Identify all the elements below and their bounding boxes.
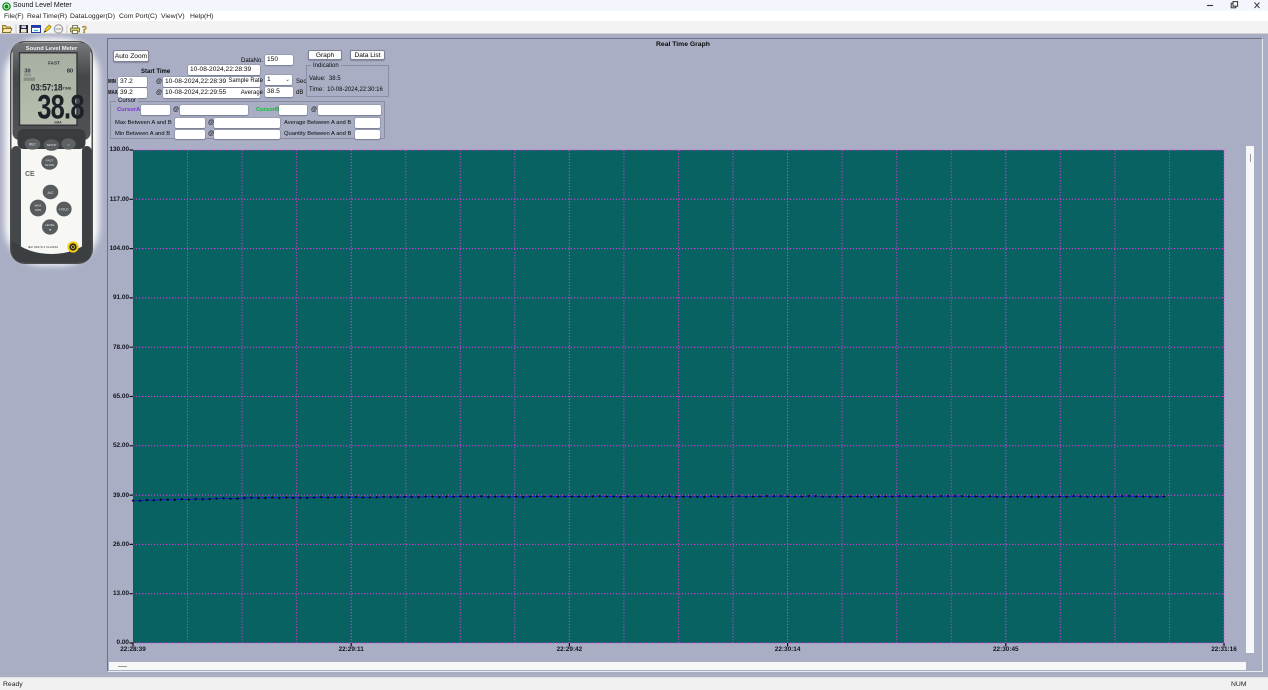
svg-text:REC: REC: [29, 143, 36, 147]
svg-text:IEC 61672-1 CLASS2: IEC 61672-1 CLASS2: [28, 245, 58, 249]
svg-text:MIN: MIN: [35, 208, 41, 212]
svg-text:▼: ▼: [48, 228, 51, 232]
svg-text:SETUP: SETUP: [47, 143, 57, 147]
svg-text:CE: CE: [25, 171, 35, 178]
svg-text:FAST: FAST: [48, 61, 60, 66]
svg-text:LEVEL: LEVEL: [45, 223, 55, 227]
svg-text:80: 80: [67, 69, 73, 75]
svg-text:A/C: A/C: [47, 191, 54, 195]
svg-text:MAX: MAX: [35, 204, 42, 208]
svg-text:Sound Level Meter: Sound Level Meter: [26, 46, 78, 52]
svg-text:SLOW: SLOW: [45, 163, 54, 167]
svg-text:dBA: dBA: [54, 121, 62, 125]
svg-text:☼: ☼: [67, 143, 70, 147]
svg-text:HOLD: HOLD: [59, 208, 69, 212]
